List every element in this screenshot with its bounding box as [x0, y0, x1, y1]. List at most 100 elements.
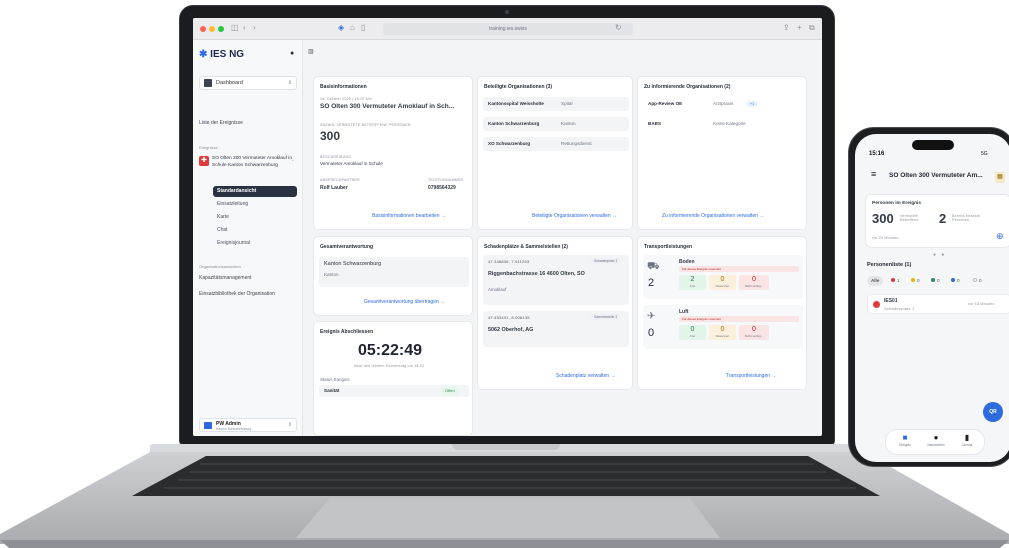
- tab-ereignis[interactable]: ■ Ereignis: [890, 433, 920, 447]
- triage-red-icon: [873, 301, 880, 308]
- manage-informierende-link[interactable]: Zu informierende Organisationen verwalte…: [662, 213, 764, 219]
- org-row[interactable]: Kantonsspital Weissholte Spital: [483, 97, 629, 111]
- boden-nicht: 0 Nicht verfüg...: [739, 275, 769, 290]
- sidebar-item-event-list[interactable]: Liste der Ereignisse: [199, 120, 243, 126]
- filter-blue[interactable]: 0: [947, 276, 964, 286]
- status-label: Status Ereignis: [320, 377, 350, 382]
- manage-schadenplatz-link[interactable]: Schadenplatz verwalten →: [556, 373, 615, 379]
- event-date: 16. Oktober 2025 | 18:22 Uhr: [320, 97, 373, 101]
- org-type: Arztpraxis: [713, 101, 734, 106]
- card-gesamtverantwortung: Gesamtverantwortung Kanton Schwarzenburg…: [313, 236, 473, 316]
- dashboard-icon: [204, 79, 212, 87]
- schadenplatz-address: Riggenbachstrasse 16 4600 Olten, SO: [488, 271, 585, 277]
- journal-icon: ▮: [964, 433, 970, 442]
- edit-basis-link[interactable]: Basisinformationen bearbeiten →: [372, 213, 446, 219]
- layout-toggle-icon[interactable]: ▥: [308, 48, 314, 55]
- luft-total: 0: [648, 327, 655, 339]
- qr-scan-button[interactable]: QR: [983, 402, 1003, 422]
- vermutete-label: Vermutete Betroffene: [900, 214, 919, 222]
- tab-journal[interactable]: ▮ Journal: [952, 433, 982, 447]
- phone-frame: 15:16 5G ≡ SO Olten 300 Vermuteter Am...…: [848, 127, 1009, 467]
- filter-yellow-count: 0: [917, 278, 920, 283]
- transport-boden[interactable]: ⛟ 2 Boden Für dieses Ereignis reserviert…: [643, 255, 803, 299]
- status-row[interactable]: Sanität Offen: [319, 385, 469, 397]
- transport-link-label: Transportleistungen: [726, 373, 771, 379]
- filter-yellow[interactable]: 0: [907, 276, 924, 286]
- tabs-overview-icon[interactable]: ⧉: [809, 23, 815, 33]
- card-beteiligte: Beteiligte Organisationen (3) Kantonsspi…: [477, 76, 633, 230]
- home-icon[interactable]: ⌂: [350, 23, 355, 33]
- sidebar-item-einsatzbibliothek[interactable]: Einsatzbibliothek der Organisation: [199, 291, 275, 297]
- manage-informierende-label: Zu informierende Organisationen verwalte…: [662, 213, 758, 219]
- sidebar-item-einsatzleitung[interactable]: Einsatzleitung: [213, 199, 297, 210]
- chevron-updown-icon: ⇕: [287, 80, 292, 86]
- pager-dots[interactable]: ● ●: [933, 252, 946, 258]
- phone-screen: 15:16 5G ≡ SO Olten 300 Vermuteter Am...…: [855, 134, 1009, 462]
- phone-event-title: SO Olten 300 Vermuteter Am...: [889, 172, 983, 179]
- transport-link[interactable]: Transportleistungen →: [726, 373, 776, 379]
- white-dot-icon: [973, 278, 977, 282]
- transfer-responsibility-link[interactable]: Gesamtverantwortung übertragen →: [364, 299, 445, 305]
- org-row[interactable]: BABS Keine Kategorie: [643, 117, 803, 131]
- dashboard-select[interactable]: Dashboard ⇕: [199, 76, 297, 90]
- contact-value: Rolf Lauber: [320, 185, 348, 191]
- filter-red[interactable]: 1: [887, 276, 904, 286]
- sidebar-item-kapazitaet[interactable]: Kapazitätsmanagement: [199, 275, 252, 281]
- sammelstelle-item[interactable]: 47.453491, 8.008135 Sammelstelle 1 5062 …: [483, 311, 629, 347]
- frei-label: Frei: [689, 334, 696, 338]
- back-icon[interactable]: ‹: [243, 23, 246, 33]
- tab-nachrichten[interactable]: ● Nachrichten: [921, 433, 951, 447]
- sidebar-toggle-icon[interactable]: ◫: [231, 23, 239, 33]
- minimize-window-button[interactable]: [209, 26, 215, 32]
- bell-icon[interactable]: ●: [290, 50, 294, 57]
- persons-label: ANZAHL VERMUTETE BETROFFENE PERSONEN: [320, 123, 411, 127]
- arrow-right-icon: →: [440, 299, 446, 305]
- luft-frei-value: 0: [690, 326, 695, 333]
- manage-beteiligte-link[interactable]: Beteiligte Organisationen verwalten →: [532, 213, 617, 219]
- sidebar-item-ereignisjournal[interactable]: Ereignisjournal: [213, 238, 297, 249]
- card-title: Zu informierende Organisationen (2): [644, 84, 731, 90]
- reload-icon[interactable]: ↻: [615, 23, 622, 33]
- phone-label: TELEFONNUMMER: [428, 178, 464, 182]
- event-tab-icon: ■: [902, 433, 908, 442]
- org-row[interactable]: XO Schwarzenburg Rettungsdienst: [483, 137, 629, 151]
- menu-icon[interactable]: ≡: [871, 169, 876, 179]
- org-name: Kantonsspital Weissholte: [488, 101, 544, 106]
- tab-icon[interactable]: ▯: [361, 23, 365, 33]
- tab-journal-label: Journal: [961, 443, 973, 447]
- sidebar-item-karte[interactable]: Karte: [213, 212, 297, 223]
- filter-white[interactable]: 0: [969, 276, 986, 286]
- org-row[interactable]: App-Review OE Arztpraxis +1: [643, 97, 803, 111]
- person-list-item[interactable]: IES01 Schadenplatz 1 vor 18 Minuten: [867, 294, 1009, 314]
- filter-green[interactable]: 0: [927, 276, 944, 286]
- add-circle-icon[interactable]: ⊕: [996, 231, 1004, 242]
- org-row[interactable]: Kanton Schwarzenburg Kanton: [483, 117, 629, 131]
- sammelstelle-tag: Sammelstelle 1: [591, 314, 621, 320]
- yellow-dot-icon: [911, 278, 915, 282]
- filter-all[interactable]: Alle: [867, 276, 884, 286]
- maximize-window-button[interactable]: [218, 26, 224, 32]
- new-tab-icon[interactable]: +: [797, 23, 802, 33]
- address-bar[interactable]: training.ies.swiss: [383, 23, 633, 35]
- forward-icon[interactable]: ›: [253, 23, 256, 33]
- arrow-right-icon: →: [610, 373, 616, 379]
- card-informierende: Zu informierende Organisationen (2) App-…: [637, 76, 807, 230]
- transport-luft[interactable]: ✈ 0 Luft Für dieses Ereignis reserviert …: [643, 305, 803, 349]
- user-menu[interactable]: PW Admin Kanton Schwarzenburg ⇕: [199, 418, 297, 432]
- qr-code-icon[interactable]: ▦: [995, 172, 1005, 183]
- shield-icon[interactable]: ◈: [338, 23, 344, 33]
- logo[interactable]: ✱ IES NG: [199, 49, 244, 60]
- more-chip[interactable]: +1: [747, 101, 758, 107]
- sidebar-item-chat[interactable]: Chat: [213, 225, 297, 236]
- share-icon[interactable]: ⇪: [783, 23, 790, 33]
- card-title: Beteiligte Organisationen (3): [484, 84, 553, 90]
- coordinates: 47.346836, 7.911263: [488, 259, 530, 264]
- helicopter-icon: ✈: [647, 311, 656, 322]
- luft-reserviert-value: 0: [720, 326, 725, 333]
- sidebar-item-standardansicht[interactable]: Standardansicht: [213, 186, 297, 197]
- card-basisinformationen: Basisinformationen 16. Oktober 2025 | 18…: [313, 76, 473, 230]
- manage-beteiligte-label: Beteiligte Organisationen verwalten: [532, 213, 611, 219]
- schadenplatz-item[interactable]: 47.346836, 7.911263 Schadenplatz 1 Rigge…: [483, 255, 629, 305]
- luft-nicht-value: 0: [752, 326, 756, 333]
- close-window-button[interactable]: [200, 26, 206, 32]
